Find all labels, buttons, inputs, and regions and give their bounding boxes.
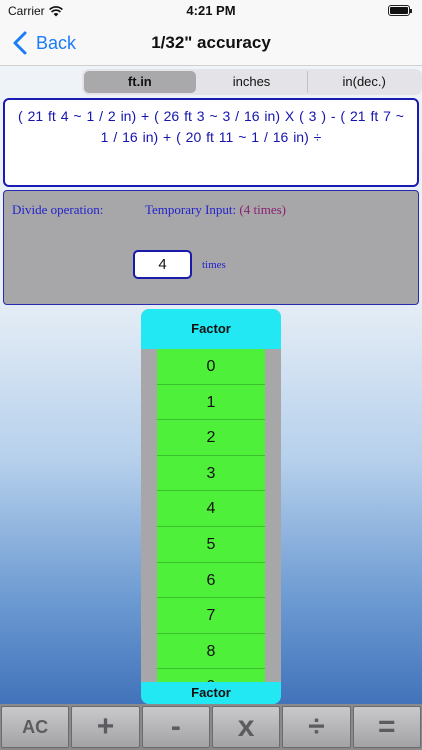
picker-item-5[interactable]: 5	[157, 526, 265, 563]
picker-item-6[interactable]: 6	[157, 562, 265, 599]
operator-bar: AC + - x ÷ =	[0, 704, 422, 750]
picker-item-4[interactable]: 4	[157, 491, 265, 527]
all-clear-label: AC	[22, 717, 49, 737]
picker-item-7[interactable]: 7	[157, 598, 265, 634]
segment-ft-in[interactable]: ft.in	[84, 71, 196, 93]
page-title: 1/32" accuracy	[151, 33, 271, 52]
temporary-input-label: Temporary Input: (4 times)	[145, 202, 286, 218]
multiply-button[interactable]: x	[211, 706, 281, 748]
operation-panel: Divide operation: Temporary Input: (4 ti…	[3, 190, 419, 305]
segment-inches[interactable]: inches	[196, 71, 308, 93]
expression-display: ( 21 ft 4 ~ 1 / 2 in) + ( 26 ft 3 ~ 3 / …	[3, 98, 419, 187]
picker-item-0[interactable]: 0	[157, 349, 265, 385]
add-button[interactable]: +	[71, 706, 140, 748]
status-bar: Carrier 4:21 PM	[0, 0, 422, 22]
all-clear-button[interactable]: AC	[1, 706, 70, 748]
status-time: 4:21 PM	[186, 3, 236, 18]
segment-in-dec[interactable]: in(dec.)	[307, 71, 420, 93]
divide-label: ÷	[308, 710, 325, 743]
picker-item-3[interactable]: 3	[157, 455, 265, 492]
picker-item-1[interactable]: 1	[157, 384, 265, 421]
divide-button[interactable]: ÷	[282, 706, 351, 748]
picker-list[interactable]: 0 1 2 3 4 5 6 7 8 9	[157, 349, 265, 694]
battery-icon	[388, 5, 412, 16]
picker-item-8[interactable]: 8	[157, 633, 265, 670]
equals-label: =	[378, 710, 396, 743]
picker-footer: Factor	[141, 682, 281, 704]
operation-label: Divide operation:	[12, 202, 104, 217]
times-label: times	[202, 259, 226, 271]
nav-bar: Back 1/32" accuracy	[0, 22, 422, 66]
temporary-input-value: (4 times)	[239, 202, 286, 217]
times-input[interactable]: 4	[133, 250, 192, 279]
equals-button[interactable]: =	[352, 706, 421, 748]
picker-item-2[interactable]: 2	[157, 420, 265, 456]
picker-header: Factor	[141, 309, 281, 349]
factor-picker[interactable]: Factor 0 1 2 3 4 5 6 7 8 9 Factor	[141, 309, 281, 704]
add-label: +	[96, 710, 115, 743]
multiply-label: x	[237, 710, 255, 743]
temporary-input-text: Temporary Input:	[145, 202, 237, 217]
unit-segmented-control: ft.in inches in(dec.)	[82, 69, 422, 95]
subtract-button[interactable]: -	[141, 706, 210, 748]
subtract-label: -	[170, 710, 181, 743]
